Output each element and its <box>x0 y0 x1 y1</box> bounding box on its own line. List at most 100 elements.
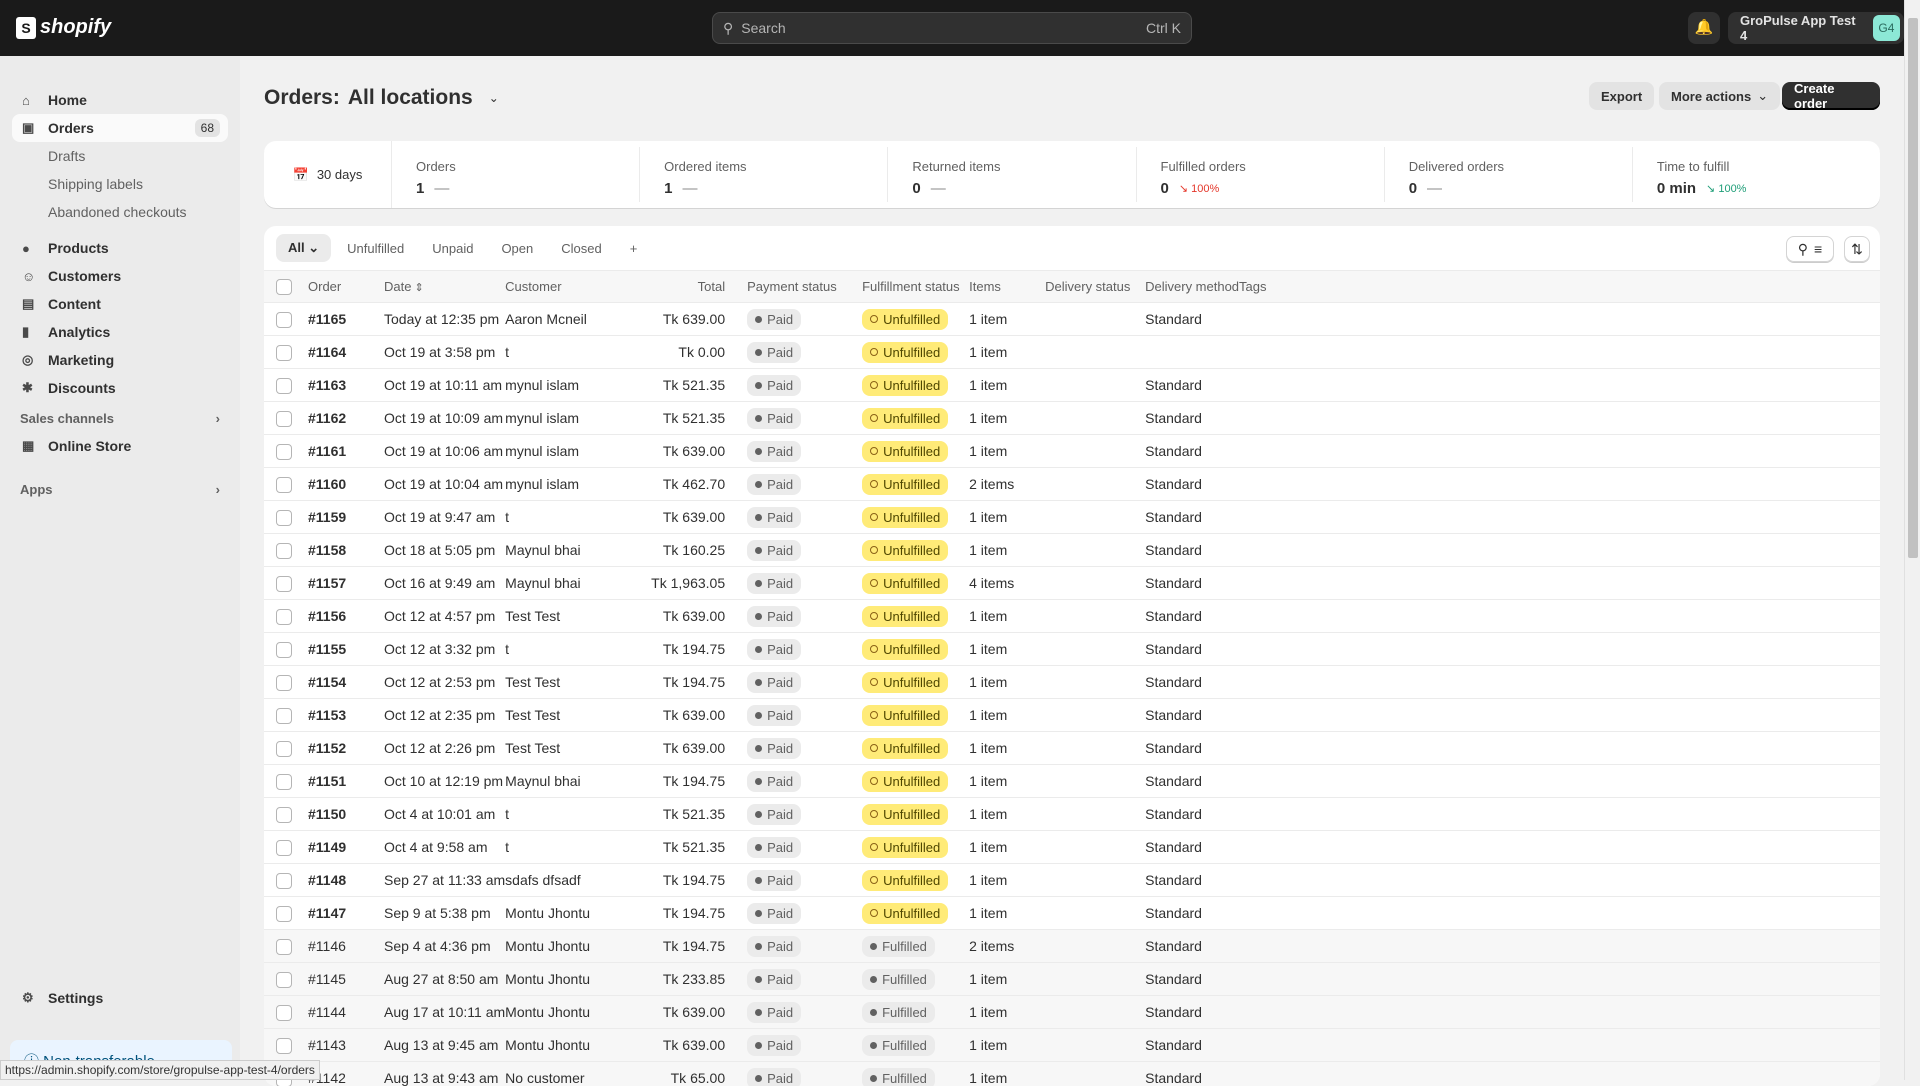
create-order-button[interactable]: Create order <box>1782 82 1880 110</box>
order-number[interactable]: #1147 <box>308 897 384 930</box>
order-number[interactable]: #1155 <box>308 633 384 666</box>
checkbox-cell[interactable] <box>264 336 308 369</box>
table-row[interactable]: #1165Today at 12:35 pmAaron McneilTk 639… <box>264 303 1880 336</box>
order-number[interactable]: #1165 <box>308 303 384 336</box>
order-number[interactable]: #1143 <box>308 1029 384 1062</box>
checkbox-cell[interactable] <box>264 963 308 996</box>
apps-header[interactable]: Apps› <box>20 482 220 497</box>
table-row[interactable]: #1161Oct 19 at 10:06 ammynul islamTk 639… <box>264 435 1880 468</box>
order-number[interactable]: #1164 <box>308 336 384 369</box>
checkbox-cell[interactable] <box>264 369 308 402</box>
row-checkbox[interactable] <box>276 972 292 988</box>
checkbox-cell[interactable] <box>264 732 308 765</box>
column-header-date[interactable]: Date ⇕ <box>384 271 505 303</box>
checkbox-cell[interactable] <box>264 567 308 600</box>
row-checkbox[interactable] <box>276 741 292 757</box>
row-checkbox[interactable] <box>276 345 292 361</box>
date-range-button[interactable]: 📅30 days <box>264 141 392 208</box>
sidebar-item-home[interactable]: ⌂Home <box>12 86 228 114</box>
stat-fulfilled-orders[interactable]: Fulfilled orders0↘ 100% <box>1137 147 1385 202</box>
sort-icon[interactable]: ⇕ <box>411 282 423 294</box>
checkbox-cell[interactable] <box>264 765 308 798</box>
sidebar-item-online-store[interactable]: ▦Online Store <box>12 432 228 460</box>
order-number[interactable]: #1144 <box>308 996 384 1029</box>
row-checkbox[interactable] <box>276 675 292 691</box>
tab-unfulfilled[interactable]: Unfulfilled <box>335 235 416 262</box>
row-checkbox[interactable] <box>276 873 292 889</box>
order-number[interactable]: #1158 <box>308 534 384 567</box>
sidebar-item-abandoned-checkouts[interactable]: Abandoned checkouts <box>12 198 228 226</box>
stat-time-to-fulfill[interactable]: Time to fulfill0 min↘ 100% <box>1633 147 1880 202</box>
order-number[interactable]: #1145 <box>308 963 384 996</box>
row-checkbox[interactable] <box>276 312 292 328</box>
row-checkbox[interactable] <box>276 939 292 955</box>
table-row[interactable]: #1160Oct 19 at 10:04 ammynul islamTk 462… <box>264 468 1880 501</box>
add-view-button[interactable]: + <box>618 235 650 262</box>
row-checkbox[interactable] <box>276 807 292 823</box>
order-number[interactable]: #1163 <box>308 369 384 402</box>
order-number[interactable]: #1146 <box>308 930 384 963</box>
sales-channels-header[interactable]: Sales channels› <box>20 411 220 426</box>
sort-button[interactable]: ⇅ <box>1844 236 1870 262</box>
sidebar-item-shipping-labels[interactable]: Shipping labels <box>12 170 228 198</box>
order-number[interactable]: #1150 <box>308 798 384 831</box>
sidebar-item-settings[interactable]: ⚙Settings <box>12 984 228 1012</box>
row-checkbox[interactable] <box>276 543 292 559</box>
checkbox-cell[interactable] <box>264 930 308 963</box>
row-checkbox[interactable] <box>276 576 292 592</box>
checkbox-cell[interactable] <box>264 831 308 864</box>
search-input[interactable]: ⚲SearchCtrl K <box>712 12 1192 44</box>
tab-open[interactable]: Open <box>489 235 545 262</box>
row-checkbox[interactable] <box>276 477 292 493</box>
row-checkbox[interactable] <box>276 411 292 427</box>
checkbox-cell[interactable] <box>264 468 308 501</box>
checkbox-cell[interactable] <box>264 402 308 435</box>
checkbox-cell[interactable] <box>264 798 308 831</box>
sidebar-item-marketing[interactable]: ◎Marketing <box>12 346 228 374</box>
table-row[interactable]: #1145Aug 27 at 8:50 amMontu JhontuTk 233… <box>264 963 1880 996</box>
more-actions-button[interactable]: More actions⌄ <box>1659 82 1780 110</box>
order-number[interactable]: #1154 <box>308 666 384 699</box>
table-row[interactable]: #1146Sep 4 at 4:36 pmMontu JhontuTk 194.… <box>264 930 1880 963</box>
stat-ordered-items[interactable]: Ordered items1— <box>640 147 888 202</box>
order-number[interactable]: #1159 <box>308 501 384 534</box>
notifications-bell-icon[interactable]: 🔔 <box>1688 12 1720 44</box>
order-number[interactable]: #1160 <box>308 468 384 501</box>
table-row[interactable]: #1144Aug 17 at 10:11 amMontu JhontuTk 63… <box>264 996 1880 1029</box>
table-row[interactable]: #1154Oct 12 at 2:53 pmTest TestTk 194.75… <box>264 666 1880 699</box>
sidebar-item-drafts[interactable]: Drafts <box>12 142 228 170</box>
table-row[interactable]: #1157Oct 16 at 9:49 amMaynul bhaiTk 1,96… <box>264 567 1880 600</box>
tab-closed[interactable]: Closed <box>549 235 613 262</box>
table-row[interactable]: #1152Oct 12 at 2:26 pmTest TestTk 639.00… <box>264 732 1880 765</box>
table-row[interactable]: #1149Oct 4 at 9:58 amtTk 521.35PaidUnful… <box>264 831 1880 864</box>
row-checkbox[interactable] <box>276 444 292 460</box>
table-row[interactable]: #1147Sep 9 at 5:38 pmMontu JhontuTk 194.… <box>264 897 1880 930</box>
sidebar-item-customers[interactable]: ☺Customers <box>12 262 228 290</box>
order-number[interactable]: #1162 <box>308 402 384 435</box>
select-all-checkbox-cell[interactable] <box>264 271 308 303</box>
row-checkbox[interactable] <box>276 906 292 922</box>
table-row[interactable]: #1153Oct 12 at 2:35 pmTest TestTk 639.00… <box>264 699 1880 732</box>
order-number[interactable]: #1152 <box>308 732 384 765</box>
checkbox-cell[interactable] <box>264 303 308 336</box>
row-checkbox[interactable] <box>276 510 292 526</box>
table-row[interactable]: #1162Oct 19 at 10:09 ammynul islamTk 521… <box>264 402 1880 435</box>
stat-delivered-orders[interactable]: Delivered orders0— <box>1385 147 1633 202</box>
checkbox-cell[interactable] <box>264 600 308 633</box>
row-checkbox[interactable] <box>276 378 292 394</box>
table-row[interactable]: #1142Aug 13 at 9:43 amNo customerTk 65.0… <box>264 1062 1880 1086</box>
tab-all[interactable]: All ⌄ <box>276 234 331 262</box>
row-checkbox[interactable] <box>276 708 292 724</box>
order-number[interactable]: #1151 <box>308 765 384 798</box>
checkbox-cell[interactable] <box>264 699 308 732</box>
sidebar-item-discounts[interactable]: ✱Discounts <box>12 374 228 402</box>
sidebar-item-analytics[interactable]: ▮Analytics <box>12 318 228 346</box>
table-row[interactable]: #1150Oct 4 at 10:01 amtTk 521.35PaidUnfu… <box>264 798 1880 831</box>
sidebar-item-products[interactable]: ●Products <box>12 234 228 262</box>
tab-unpaid[interactable]: Unpaid <box>420 235 485 262</box>
table-row[interactable]: #1151Oct 10 at 12:19 pmMaynul bhaiTk 194… <box>264 765 1880 798</box>
sidebar-item-orders[interactable]: ▣Orders68 <box>12 114 228 142</box>
row-checkbox[interactable] <box>276 642 292 658</box>
table-row[interactable]: #1155Oct 12 at 3:32 pmtTk 194.75PaidUnfu… <box>264 633 1880 666</box>
table-row[interactable]: #1163Oct 19 at 10:11 ammynul islamTk 521… <box>264 369 1880 402</box>
